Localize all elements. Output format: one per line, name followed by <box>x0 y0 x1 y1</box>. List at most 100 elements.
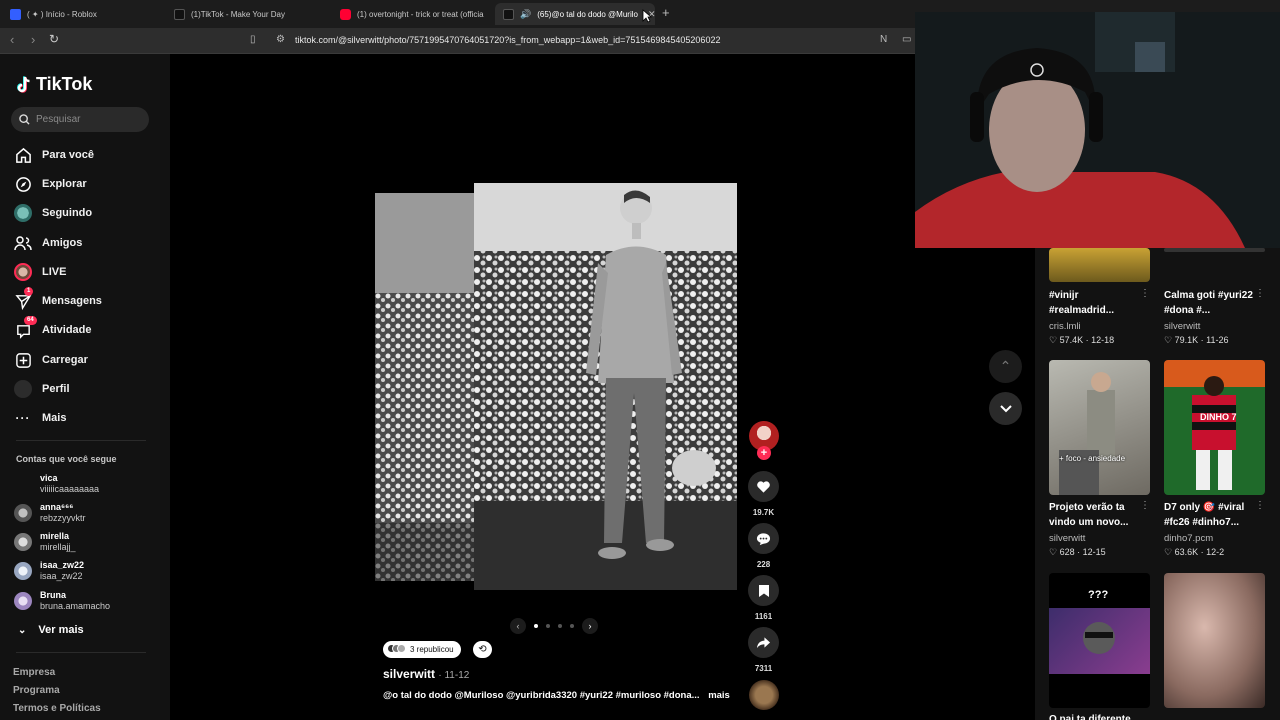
related-title[interactable]: Projeto verão ta vindo um novo... <box>1049 500 1144 530</box>
nav-carregar[interactable]: Carregar <box>14 349 88 371</box>
tab-roblox[interactable]: ( ✦ ) Início - Roblox <box>2 3 162 25</box>
footer-link-empresa[interactable]: Empresa <box>13 667 55 678</box>
related-author[interactable]: silverwitt <box>1164 321 1200 332</box>
nav-para-voce[interactable]: Para você <box>14 144 94 166</box>
friends-icon <box>14 234 32 252</box>
post-author[interactable]: silverwitt · 11-12 <box>383 667 469 681</box>
related-title[interactable]: #vinijr #realmadrid... <box>1049 288 1144 318</box>
related-thumb[interactable] <box>1049 248 1150 282</box>
nav-mais[interactable]: ··· Mais <box>14 407 67 429</box>
following-item[interactable]: Bruna bruna.amamacho <box>14 590 110 612</box>
avatar <box>14 533 32 551</box>
nav-perfil[interactable]: Perfil <box>14 378 70 400</box>
message-badge: 1 <box>24 287 34 296</box>
url-field[interactable]: tiktok.com/@silverwitt/photo/75719954707… <box>295 35 720 45</box>
screen-icon[interactable]: ▭ <box>902 34 911 45</box>
following-avatar-icon <box>14 204 32 222</box>
previous-post-button[interactable]: ⌃ <box>989 350 1022 383</box>
bookmark-icon[interactable]: ▯ <box>250 34 256 45</box>
site-settings-icon[interactable]: ⚙ <box>276 34 285 45</box>
following-item[interactable]: anna⁶⁶⁶ rebzzyyvktr <box>14 502 86 524</box>
related-thumb[interactable] <box>1164 248 1265 252</box>
tab-tiktok-post[interactable]: 🔊 (65)@o tal do dodo @Murilo ✕ <box>495 3 655 25</box>
carousel-previous-photo[interactable] <box>375 193 474 581</box>
carousel-indicator: ‹ › <box>510 618 598 634</box>
more-options-icon[interactable]: ⋮ <box>1255 288 1265 299</box>
related-likes: 79.1K <box>1174 335 1199 345</box>
related-thumb[interactable] <box>1164 573 1265 708</box>
related-author[interactable]: dinho7.pcm <box>1164 533 1213 544</box>
inbox-icon: 64 <box>14 316 37 339</box>
related-title[interactable]: Calma goti #yuri22 #dona #... <box>1164 288 1259 318</box>
related-posts-panel: #vinijr #realmadrid... ⋮ cris.lmli ♡ 57.… <box>1035 248 1280 720</box>
following-item[interactable]: isaa_zw22 isaa_zw22 <box>14 560 84 582</box>
nav-amigos[interactable]: Amigos <box>14 232 82 254</box>
see-more-button[interactable]: ⌄ Ver mais <box>18 624 84 636</box>
next-post-button[interactable] <box>989 392 1022 425</box>
profile-avatar-icon <box>14 380 32 398</box>
avatar <box>14 475 32 493</box>
related-date: 11-26 <box>1206 335 1229 345</box>
reposter-avatars <box>387 644 406 655</box>
chevron-down-icon <box>999 404 1012 412</box>
related-title[interactable]: O pai ta diferente <box>1049 712 1144 720</box>
nav-atividade[interactable]: 64 Atividade <box>14 316 92 341</box>
footer-link-termos[interactable]: Termos e Políticas <box>13 703 101 714</box>
more-options-icon[interactable]: ⋮ <box>1140 288 1150 299</box>
carousel-next-button[interactable]: › <box>582 618 598 634</box>
save-button[interactable] <box>748 575 779 606</box>
comment-count: 228 <box>756 560 771 569</box>
nav-label: Atividade <box>42 324 92 336</box>
tab-title: ( ✦ ) Início - Roblox <box>27 9 97 19</box>
footer-link-programa[interactable]: Programa <box>13 685 60 696</box>
carousel-dot[interactable] <box>558 624 562 628</box>
live-avatar-icon <box>14 263 32 281</box>
post-photo[interactable] <box>474 183 737 590</box>
tiktok-logo[interactable]: TikTok <box>16 74 92 95</box>
tab-tiktok-home[interactable]: (1)TikTok - Make Your Day <box>166 3 331 25</box>
related-thumb[interactable]: ??? <box>1049 573 1150 708</box>
search-input[interactable]: Pesquisar <box>11 107 149 132</box>
carousel-dot[interactable] <box>570 624 574 628</box>
caption-text: @o tal do dodo @Muriloso @yuribrida3320 … <box>383 690 700 701</box>
related-author[interactable]: cris.lmli <box>1049 321 1081 332</box>
send-icon: 1 <box>14 287 34 310</box>
nav-live[interactable]: LIVE <box>14 261 66 283</box>
related-thumb[interactable]: + foco - ansiedade <box>1049 360 1150 495</box>
thumb-overlay-text: + foco - ansiedade <box>1059 454 1126 463</box>
back-icon[interactable]: ‹ <box>10 32 14 47</box>
share-button[interactable] <box>748 627 779 658</box>
related-thumb[interactable]: DINHO 7 <box>1164 360 1265 495</box>
reload-icon[interactable]: ↻ <box>49 32 59 46</box>
share-count: 7311 <box>754 664 773 673</box>
more-options-icon[interactable]: ⋮ <box>1255 500 1265 511</box>
like-count: 19.7K <box>752 508 775 517</box>
like-button[interactable] <box>748 471 779 502</box>
related-author[interactable]: silverwitt <box>1049 533 1085 544</box>
repost-count: 3 republicou <box>410 645 454 654</box>
nav-mensagens[interactable]: 1 Mensagens <box>14 287 102 312</box>
carousel-dot[interactable] <box>534 624 538 628</box>
nav-seguindo[interactable]: Seguindo <box>14 202 92 224</box>
repost-pill[interactable]: 3 republicou <box>383 641 461 658</box>
tab-youtube[interactable]: (1) overtonight - trick or treat (offici… <box>332 3 492 25</box>
related-title[interactable]: D7 only 🎯 #viral #fc26 #dinho7... <box>1164 500 1259 530</box>
following-name: Bruna <box>40 590 67 600</box>
new-tab-button[interactable]: + <box>662 5 670 20</box>
following-item[interactable]: vica viiiiicaaaaaaaa <box>14 473 99 495</box>
comment-button[interactable] <box>748 523 779 554</box>
repost-button[interactable]: ⟲ <box>473 641 492 658</box>
carousel-dot[interactable] <box>546 624 550 628</box>
speaker-icon: 🔊 <box>520 8 532 19</box>
following-item[interactable]: mirella mirellajj_ <box>14 531 76 553</box>
tracking-icon[interactable]: N <box>880 34 887 45</box>
follow-creator-button[interactable]: + <box>757 446 771 460</box>
more-options-icon[interactable]: ⋮ <box>1140 500 1150 511</box>
music-disc-avatar[interactable] <box>749 680 779 710</box>
heart-icon <box>757 480 770 493</box>
caption-more-link[interactable]: mais <box>708 690 730 701</box>
carousel-prev-button[interactable]: ‹ <box>510 618 526 634</box>
following-name: anna⁶⁶⁶ <box>40 502 74 512</box>
nav-explorar[interactable]: Explorar <box>14 173 87 195</box>
forward-icon[interactable]: › <box>31 32 35 47</box>
